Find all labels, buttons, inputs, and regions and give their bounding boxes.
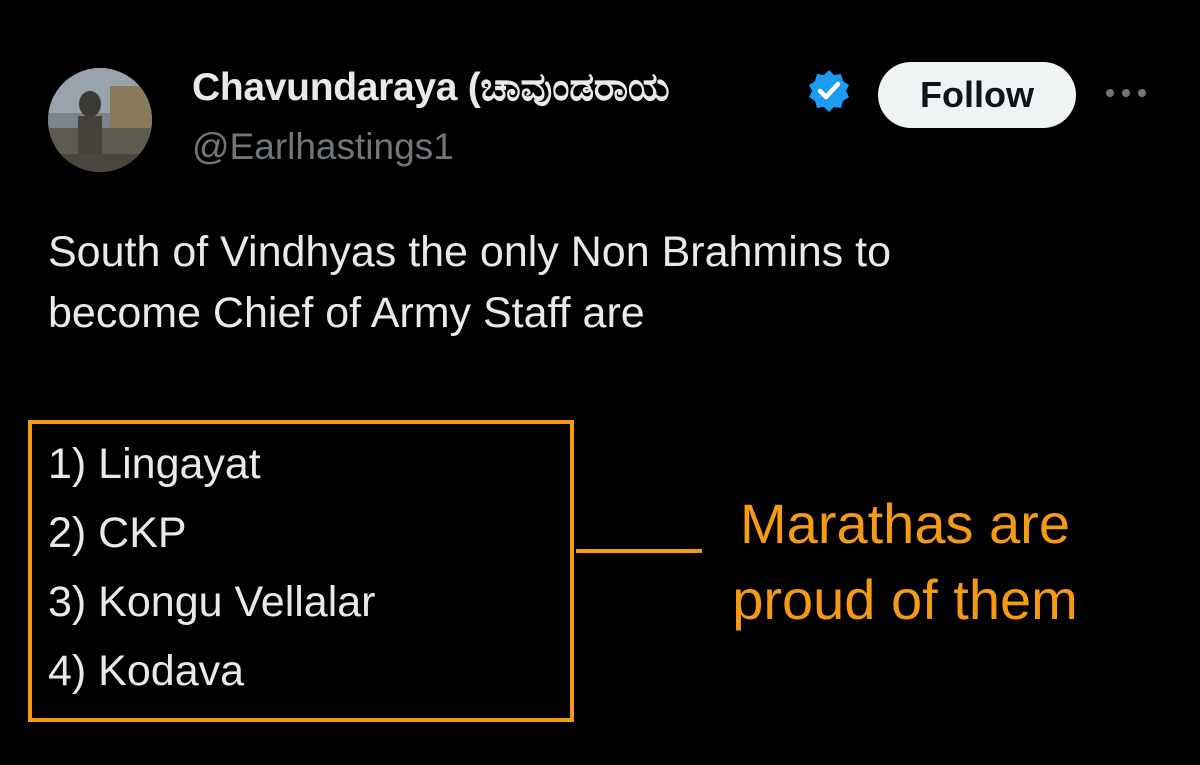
more-options-icon[interactable] <box>1100 78 1152 108</box>
tweet-text-line: South of Vindhyas the only Non Brahmins … <box>48 228 891 276</box>
follow-button[interactable]: Follow <box>878 62 1076 128</box>
author-handle[interactable]: @Earlhastings1 <box>192 126 454 168</box>
annotation-text: Marathas are proud of them <box>690 486 1120 638</box>
annotation-connector-line <box>576 549 702 553</box>
list-item: 1) Lingayat <box>48 440 261 488</box>
verified-badge-icon <box>806 68 852 114</box>
tweet-text-line: become Chief of Army Staff are <box>48 289 645 337</box>
avatar[interactable] <box>48 68 152 172</box>
statue-avatar-image <box>48 68 152 172</box>
annotation-line: Marathas are <box>740 492 1070 555</box>
annotation-line: proud of them <box>732 568 1078 631</box>
tweet-text: South of Vindhyas the only Non Brahmins … <box>48 222 1148 344</box>
list-item: 3) Kongu Vellalar <box>48 578 376 626</box>
author-name[interactable]: Chavundaraya (ಚಾವುಂಡರಾಯ <box>192 66 670 110</box>
list-item: 4) Kodava <box>48 647 245 695</box>
list-item: 2) CKP <box>48 509 187 557</box>
